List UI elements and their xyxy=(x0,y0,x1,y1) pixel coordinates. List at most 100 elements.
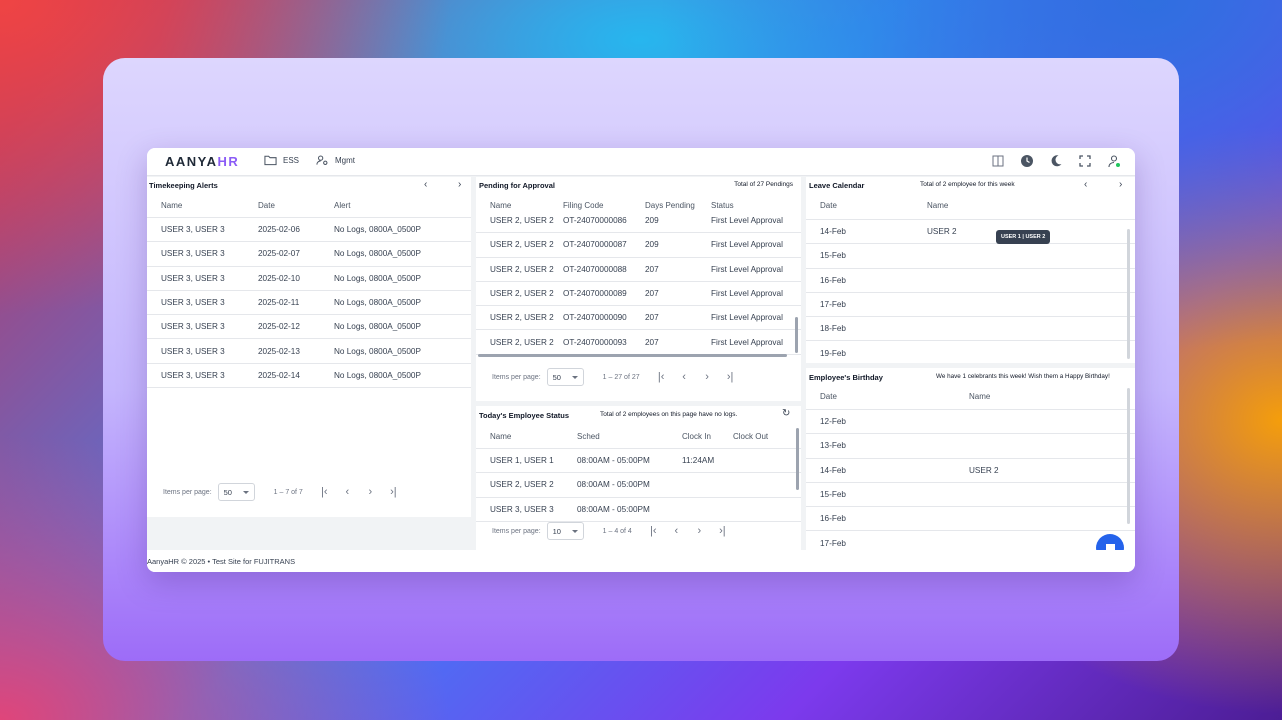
table-cell: USER 2 xyxy=(927,227,957,236)
table-row[interactable]: 16-Feb xyxy=(806,507,1135,532)
column-header[interactable]: Clock Out xyxy=(733,432,768,441)
table-row[interactable]: USER 3, USER 3 2025-02-06 No Logs, 0800A_0… xyxy=(147,218,471,243)
dark-mode-icon[interactable] xyxy=(1049,154,1063,168)
table-cell: USER 3, USER 3 xyxy=(490,504,554,514)
table-row[interactable]: 13-Feb xyxy=(806,434,1135,459)
timekeeping-title: Timekeeping Alerts xyxy=(149,181,218,190)
column-header[interactable]: Sched xyxy=(577,432,600,441)
timekeeping-panel: Timekeeping Alerts ‹ › Name Date Alert U… xyxy=(147,177,471,517)
table-cell: 08:00AM - 05:00PM xyxy=(577,480,650,490)
table-cell: USER 3, USER 3 xyxy=(161,370,225,380)
table-row[interactable]: 18-Feb xyxy=(806,317,1135,342)
vertical-scrollbar[interactable] xyxy=(1127,388,1130,524)
status-title: Today's Employee Status xyxy=(479,411,570,420)
first-page-icon[interactable]: |‹ xyxy=(642,525,665,537)
chevron-right-icon[interactable]: › xyxy=(1119,179,1122,190)
table-row[interactable]: 15-Feb xyxy=(806,483,1135,508)
chevron-left-icon[interactable]: ‹ xyxy=(424,179,427,190)
last-page-icon[interactable]: ›| xyxy=(719,371,742,383)
caret-down-icon xyxy=(571,375,578,379)
page-range: 1 – 4 of 4 xyxy=(602,527,632,535)
column-header[interactable]: Alert xyxy=(334,201,350,210)
table-row[interactable]: USER 2, USER 2 08:00AM - 05:00PM xyxy=(476,473,801,498)
column-header[interactable]: Name xyxy=(969,392,990,401)
table-cell: 2025-02-07 xyxy=(258,249,300,259)
table-row[interactable]: USER 2, USER 2 OT-24070000087 209 First Lev… xyxy=(476,233,801,258)
table-cell: 15-Feb xyxy=(820,251,846,261)
table-row[interactable]: USER 3, USER 3 2025-02-11 No Logs, 0800A_0… xyxy=(147,291,471,316)
prev-page-icon[interactable]: ‹ xyxy=(336,486,359,498)
page-size-select[interactable]: 50 xyxy=(546,368,584,386)
vertical-scrollbar[interactable] xyxy=(1127,229,1130,359)
last-page-icon[interactable]: ›| xyxy=(382,486,405,498)
caret-down-icon xyxy=(242,490,249,494)
table-row[interactable]: 14-Feb USER 2 xyxy=(806,220,1135,245)
app-logo[interactable]: AANYAHR xyxy=(165,154,239,169)
next-page-icon[interactable]: › xyxy=(696,371,719,383)
pending-note: Total of 27 Pendings xyxy=(734,181,793,188)
nav-mgmt[interactable]: Mgmt xyxy=(316,154,355,166)
sidebar-toggle-icon[interactable] xyxy=(991,154,1005,168)
first-page-icon[interactable]: |‹ xyxy=(650,371,673,383)
birthday-title: Employee's Birthday xyxy=(809,373,883,382)
table-row[interactable]: USER 3, USER 3 2025-02-12 No Logs, 0800A_0… xyxy=(147,315,471,340)
table-cell: USER 3, USER 3 xyxy=(161,322,225,332)
table-cell: No Logs, 0800A_0500P xyxy=(334,322,421,332)
table-row[interactable]: 17-Feb xyxy=(806,532,1135,551)
next-page-icon[interactable]: › xyxy=(688,525,711,537)
chevron-left-icon[interactable]: ‹ xyxy=(1084,179,1087,190)
table-cell: USER 2, USER 2 xyxy=(490,288,554,298)
page-size-select[interactable]: 50 xyxy=(217,483,255,501)
paginator: Items per page: 10 1 – 4 of 4 |‹ ‹ › ›| xyxy=(492,522,734,540)
refresh-icon[interactable]: ↻ xyxy=(782,408,790,419)
table-cell: USER 2, USER 2 xyxy=(490,337,554,347)
prev-page-icon[interactable]: ‹ xyxy=(665,525,688,537)
table-row[interactable]: USER 3, USER 3 2025-02-13 No Logs, 0800A_0… xyxy=(147,340,471,364)
table-row[interactable]: 15-Feb xyxy=(806,244,1135,269)
user-icon[interactable] xyxy=(1107,154,1121,168)
column-header[interactable]: Date xyxy=(820,392,837,401)
column-header[interactable]: Date xyxy=(258,201,275,210)
table-cell: 08:00AM - 05:00PM xyxy=(577,456,650,465)
horizontal-scrollbar[interactable] xyxy=(478,354,787,357)
clock-icon[interactable] xyxy=(1020,154,1034,168)
last-page-icon[interactable]: ›| xyxy=(711,525,734,537)
column-header[interactable]: Clock In xyxy=(682,432,711,441)
vertical-scrollbar[interactable] xyxy=(796,428,799,490)
first-page-icon[interactable]: |‹ xyxy=(313,486,336,498)
table-cell: 2025-02-10 xyxy=(258,273,300,283)
column-header[interactable]: Date xyxy=(820,201,837,210)
prev-page-icon[interactable]: ‹ xyxy=(673,371,696,383)
next-page-icon[interactable]: › xyxy=(359,486,382,498)
nav-ess[interactable]: ESS xyxy=(264,154,299,166)
table-row[interactable]: USER 2, USER 2 OT-24070000086 209 First Lev… xyxy=(476,209,801,234)
table-row[interactable]: 12-Feb xyxy=(806,410,1135,435)
table-row[interactable]: USER 2, USER 2 OT-24070000089 207 First Lev… xyxy=(476,282,801,307)
chevron-right-icon[interactable]: › xyxy=(458,179,461,190)
table-row[interactable]: USER 3, USER 3 2025-02-10 No Logs, 0800A_0… xyxy=(147,267,471,291)
items-per-page-label: Items per page: xyxy=(163,488,212,496)
table-row[interactable]: USER 2, USER 2 OT-24070000093 207 First Lev… xyxy=(476,331,801,355)
fullscreen-icon[interactable] xyxy=(1078,154,1092,168)
table-row[interactable]: 19-Feb xyxy=(806,342,1135,364)
table-row[interactable]: USER 3, USER 3 2025-02-14 No Logs, 0800A_0… xyxy=(147,364,471,389)
table-header: Date Name xyxy=(806,385,1135,410)
table-cell: USER 2, USER 2 xyxy=(490,240,554,250)
column-header[interactable]: Name xyxy=(927,201,948,210)
vertical-scrollbar[interactable] xyxy=(795,317,798,353)
column-header[interactable]: Name xyxy=(490,432,511,441)
table-row[interactable]: USER 2, USER 2 OT-24070000088 207 First Lev… xyxy=(476,258,801,282)
table-cell: First Level Approval xyxy=(711,337,783,347)
table-row[interactable]: 17-Feb xyxy=(806,293,1135,318)
page-size-select[interactable]: 10 xyxy=(546,522,584,540)
table-row[interactable]: 14-Feb USER 2 xyxy=(806,459,1135,483)
table-cell: 12-Feb xyxy=(820,417,846,426)
table-row[interactable]: USER 3, USER 3 08:00AM - 05:00PM xyxy=(476,498,801,522)
page-range: 1 – 7 of 7 xyxy=(273,488,303,496)
table-row[interactable]: 16-Feb xyxy=(806,269,1135,293)
column-header[interactable]: Name xyxy=(161,201,182,210)
table-row[interactable]: USER 1, USER 1 08:00AM - 05:00PM 11:24AM xyxy=(476,449,801,474)
table-row[interactable]: USER 3, USER 3 2025-02-07 No Logs, 0800A_0… xyxy=(147,242,471,267)
table-cell: 14-Feb xyxy=(820,465,846,475)
table-row[interactable]: USER 2, USER 2 OT-24070000090 207 First Lev… xyxy=(476,306,801,331)
